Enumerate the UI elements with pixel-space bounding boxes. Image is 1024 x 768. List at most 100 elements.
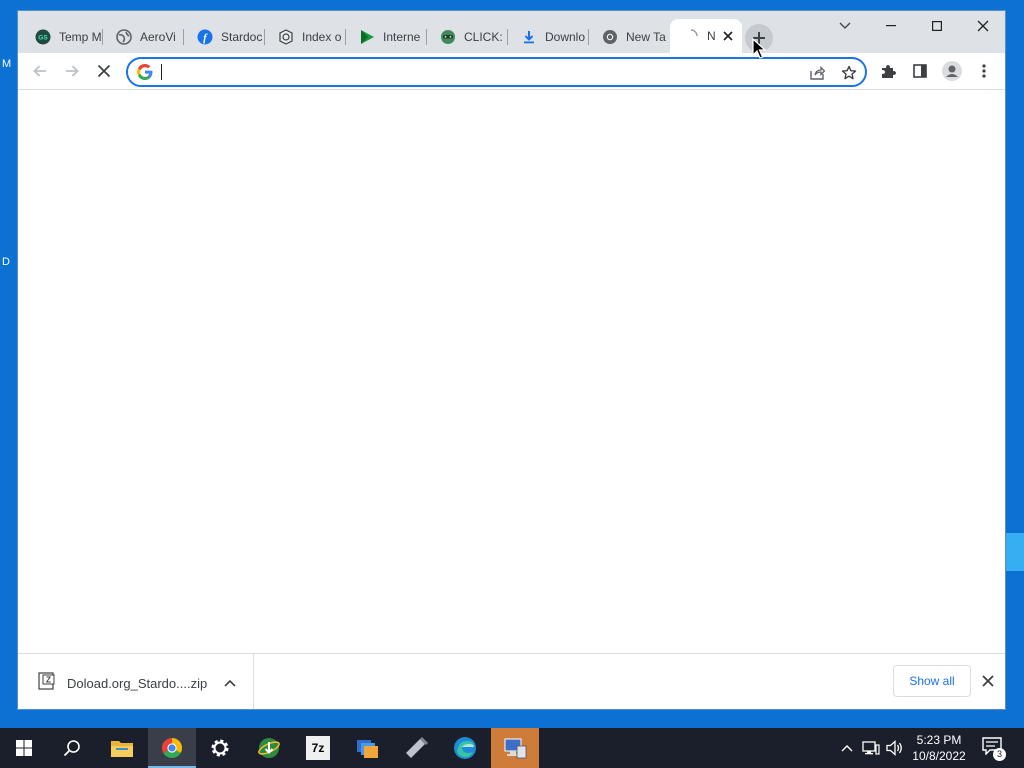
action-center-button[interactable]: 3 [982, 737, 1006, 761]
download-options-button[interactable] [221, 674, 239, 692]
stop-icon [97, 64, 111, 78]
maximize-button[interactable] [914, 11, 960, 41]
stop-loading-button[interactable] [90, 57, 118, 85]
clock-date: 10/8/2022 [912, 749, 966, 763]
chevron-up-icon [841, 745, 853, 752]
tab-aerovi[interactable]: AeroVi [103, 25, 184, 49]
close-icon [982, 675, 994, 687]
tab-click[interactable]: CLICK: [427, 25, 508, 49]
show-hidden-icons-button[interactable] [838, 728, 856, 768]
volume-tray-button[interactable] [884, 728, 906, 768]
download-icon [521, 29, 537, 45]
taskbar-clock[interactable]: 5:23 PM 10/8/2022 [905, 732, 973, 764]
tab-title: Temp M [59, 30, 102, 44]
tab-new-tab[interactable]: New Ta [589, 25, 670, 49]
tab-title: CLICK: [464, 30, 503, 44]
tab-internet[interactable]: Interne [346, 25, 427, 49]
taskbar-usb-tool[interactable] [392, 728, 440, 768]
chrome-menu-button[interactable] [970, 57, 998, 85]
maximize-icon [932, 21, 942, 31]
download-item[interactable]: Z Doload.org_Stardo....zip [18, 654, 254, 709]
taskbar-search-button[interactable] [48, 728, 96, 768]
tab-index-of[interactable]: Index o [265, 25, 346, 49]
stardock-icon: f [197, 29, 213, 45]
taskbar-chrome[interactable] [148, 728, 196, 768]
windows-start-icon [16, 740, 32, 756]
forward-button[interactable] [58, 57, 86, 85]
background-window-edge [1006, 533, 1024, 571]
taskbar: 7z 5:23 PM 10/8/2022 3 [0, 728, 1024, 768]
star-icon [841, 65, 857, 80]
usb-tool-icon [406, 737, 428, 758]
internet-download-manager-icon [258, 738, 280, 758]
speaker-icon [886, 740, 902, 756]
svg-text:Z: Z [46, 676, 51, 685]
tab-title: Downlo [545, 30, 586, 44]
mouse-cursor-icon [752, 38, 766, 59]
clock-time: 5:23 PM [916, 733, 962, 747]
loading-icon [683, 28, 699, 44]
tab-strip: GS Temp M AeroVi f Stardoc Index o Inter… [18, 11, 1005, 53]
chevron-down-icon [839, 22, 851, 29]
chevron-up-icon [224, 679, 236, 687]
profile-button[interactable] [938, 57, 966, 85]
three-dots-icon [982, 64, 986, 78]
tab-title: Interne [383, 30, 421, 44]
notification-count-badge: 3 [993, 748, 1006, 761]
zip-file-icon: Z [38, 672, 55, 690]
tab-active-loading[interactable]: N [670, 19, 742, 53]
taskbar-file-manager[interactable] [343, 728, 391, 768]
share-icon [810, 65, 825, 80]
tab-temp-mail[interactable]: GS Temp M [22, 25, 103, 49]
tab-search-button[interactable] [822, 11, 868, 41]
desktop-icon-label-fragment: M [2, 58, 12, 70]
minimize-button[interactable] [868, 11, 914, 41]
search-icon [63, 740, 80, 757]
index-icon [278, 29, 294, 45]
side-panel-icon [913, 64, 927, 78]
edge-icon [454, 737, 476, 759]
google-g-icon [137, 64, 153, 80]
minimize-icon [886, 25, 896, 27]
address-input[interactable] [160, 62, 800, 82]
taskbar-7zip[interactable]: 7z [294, 728, 342, 768]
close-download-shelf-button[interactable] [978, 671, 998, 691]
settings-icon [211, 739, 229, 757]
network-tray-button[interactable] [860, 728, 882, 768]
tab-download[interactable]: Downlo [508, 25, 589, 49]
desktop-icon-label-fragment: D [2, 256, 10, 268]
extensions-button[interactable] [874, 57, 902, 85]
browser-toolbar [18, 53, 1005, 90]
globe-icon [116, 29, 132, 45]
tab-title: Stardoc [221, 30, 263, 44]
taskbar-edge[interactable] [441, 728, 489, 768]
start-button[interactable] [0, 728, 48, 768]
taskbar-network-setup[interactable] [491, 728, 539, 768]
download-shelf: Z Doload.org_Stardo....zip Show all [18, 653, 1005, 709]
taskbar-settings[interactable] [196, 728, 244, 768]
taskbar-internet-download-manager[interactable] [245, 728, 293, 768]
temp-mail-icon: GS [35, 29, 51, 45]
taskbar-file-explorer[interactable] [98, 728, 146, 768]
close-icon [977, 20, 989, 32]
7zip-icon: 7z [306, 736, 330, 760]
show-all-button[interactable]: Show all [893, 665, 971, 697]
7zip-icon-label: 7z [311, 741, 325, 755]
page-content [18, 91, 1005, 653]
back-arrow-icon [33, 65, 46, 77]
side-panel-button[interactable] [906, 57, 934, 85]
tab-stardock[interactable]: f Stardoc [184, 25, 265, 49]
close-window-button[interactable] [960, 11, 1005, 41]
tab-title: New Ta [626, 30, 666, 44]
bookmark-star-button[interactable] [838, 62, 860, 84]
network-icon [862, 741, 880, 755]
tab-close-icon[interactable] [720, 28, 736, 44]
file-explorer-icon [111, 741, 133, 757]
share-button[interactable] [806, 62, 828, 84]
forward-arrow-icon [66, 65, 79, 77]
back-button[interactable] [26, 57, 54, 85]
address-bar[interactable] [126, 57, 867, 87]
svg-text:GS: GS [38, 35, 48, 42]
chrome-window: GS Temp M AeroVi f Stardoc Index o Inter… [17, 10, 1006, 710]
tab-title: Index o [302, 30, 342, 44]
